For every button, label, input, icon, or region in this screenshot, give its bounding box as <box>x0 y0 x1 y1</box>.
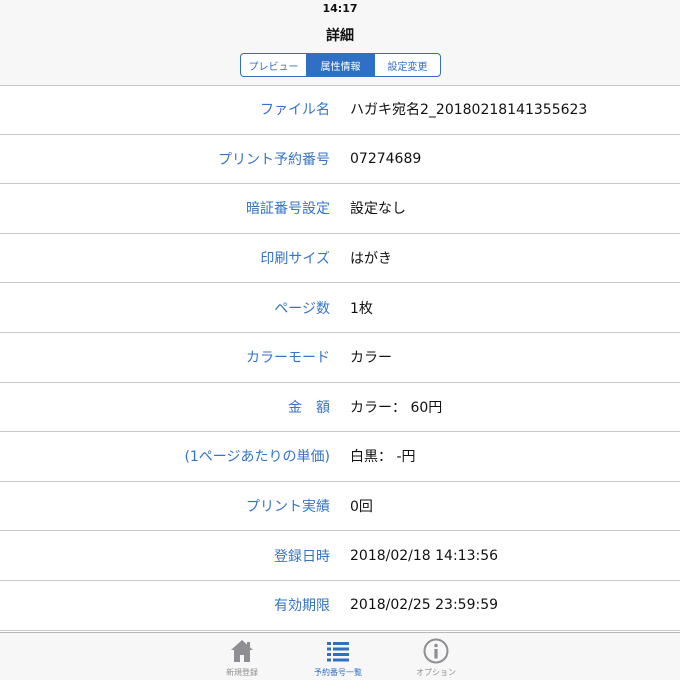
list-icon <box>327 642 349 662</box>
row-value: 2018/02/18 14:13:56 <box>350 547 499 564</box>
row-label: 有効期限 <box>274 598 330 615</box>
row-label: (1ページあたりの単価) <box>184 449 330 466</box>
row-label: 登録日時 <box>274 548 330 565</box>
detail-list: ファイル名 ハガキ宛名2_20180218141355623 プリント予約番号 … <box>0 85 680 631</box>
segment-preview[interactable]: プレビュー <box>241 54 307 76</box>
tab-label: オプション <box>416 668 456 677</box>
tab-new-registration[interactable]: 新規登録 <box>202 637 282 679</box>
row-page-count: ページ数 1枚 <box>0 283 680 333</box>
row-unit-price: (1ページあたりの単価) 白黒： -円 <box>0 432 680 482</box>
row-value: カラー： 60円 <box>350 399 443 416</box>
row-label: カラーモード <box>246 350 330 367</box>
navigation-header: 14:17 詳細 プレビュー 属性情報 設定変更 <box>0 0 680 86</box>
info-icon <box>423 638 449 664</box>
row-label: 暗証番号設定 <box>246 201 330 218</box>
row-label: プリント実績 <box>246 499 330 516</box>
status-time: 14:17 <box>322 2 358 15</box>
segment-attributes[interactable]: 属性情報 <box>307 54 375 76</box>
row-label: ページ数 <box>274 300 330 317</box>
row-value: カラー <box>350 350 392 367</box>
row-value: 07274689 <box>350 150 422 167</box>
row-registered-at: 登録日時 2018/02/18 14:13:56 <box>0 531 680 581</box>
row-amount: 金 額 カラー： 60円 <box>0 383 680 433</box>
segment-settings[interactable]: 設定変更 <box>375 54 440 76</box>
row-pin-setting: 暗証番号設定 設定なし <box>0 184 680 234</box>
row-reservation-number: プリント予約番号 07274689 <box>0 135 680 185</box>
tab-label: 予約番号一覧 <box>314 668 362 677</box>
row-value: ハガキ宛名2_20180218141355623 <box>350 102 588 119</box>
tab-options[interactable]: オプション <box>396 637 476 679</box>
row-label: ファイル名 <box>260 102 330 119</box>
tab-label: 新規登録 <box>226 668 258 677</box>
row-label: 印刷サイズ <box>260 251 330 268</box>
row-value: 白黒： -円 <box>350 449 416 466</box>
row-value: 2018/02/25 23:59:59 <box>350 597 499 614</box>
tab-bar: 新規登録 予約番号一覧 オプション <box>0 632 680 680</box>
house-icon <box>231 640 253 662</box>
row-value: 設定なし <box>350 201 406 218</box>
row-print-count: プリント実績 0回 <box>0 482 680 532</box>
page-title: 詳細 <box>326 28 354 44</box>
row-value: はがき <box>350 251 392 268</box>
screen: 14:17 詳細 プレビュー 属性情報 設定変更 ファイル名 ハガキ宛名2_20… <box>0 0 680 680</box>
row-color-mode: カラーモード カラー <box>0 333 680 383</box>
row-print-size: 印刷サイズ はがき <box>0 234 680 284</box>
row-expires-at: 有効期限 2018/02/25 23:59:59 <box>0 581 680 631</box>
tab-reservation-list[interactable]: 予約番号一覧 <box>298 637 378 679</box>
segmented-control: プレビュー 属性情報 設定変更 <box>240 53 441 77</box>
row-value: 1枚 <box>350 300 373 317</box>
row-label: 金 額 <box>288 399 330 416</box>
row-file-name: ファイル名 ハガキ宛名2_20180218141355623 <box>0 85 680 135</box>
row-value: 0回 <box>350 499 373 516</box>
row-label: プリント予約番号 <box>218 151 330 168</box>
